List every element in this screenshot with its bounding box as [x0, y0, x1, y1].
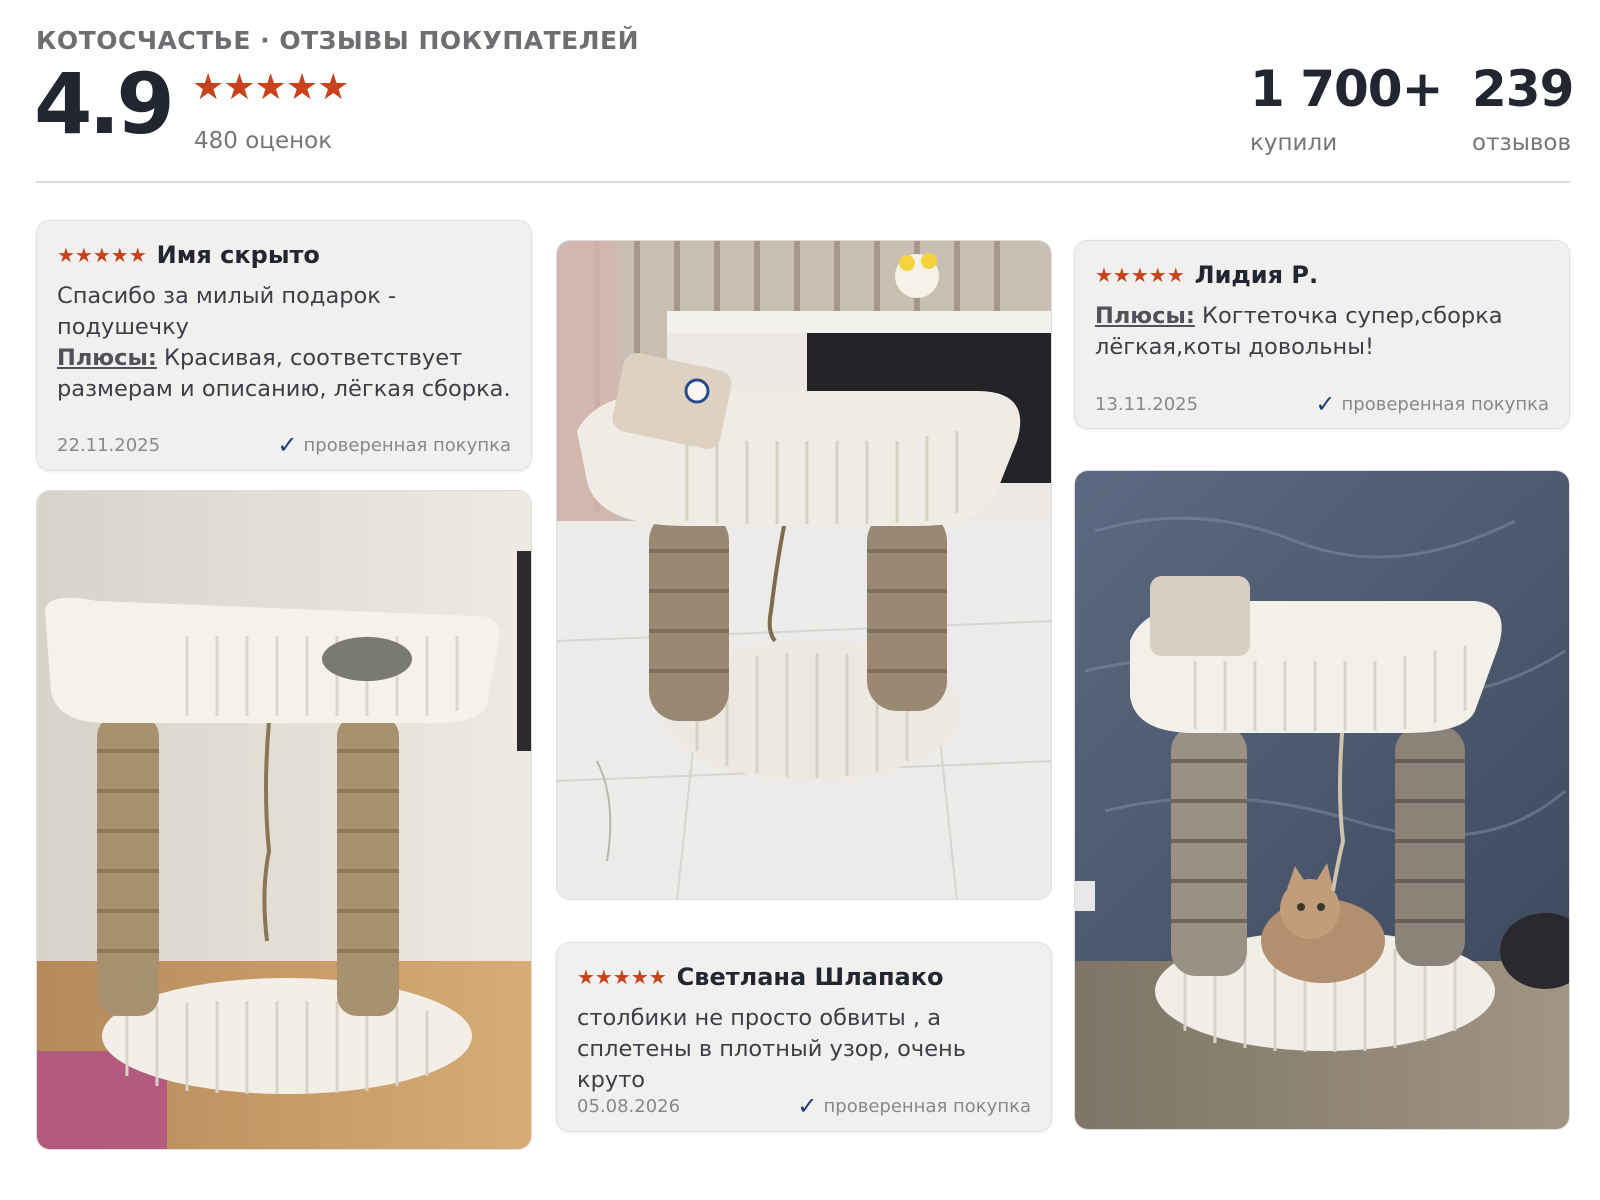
review-footer: 13.11.2025 ✓ проверенная покупка: [1095, 392, 1549, 416]
review-footer: 05.08.2026 ✓ проверенная покупка: [577, 1094, 1031, 1118]
brand-title: КОТОСЧАСТЬЕ · ОТЗЫВЫ ПОКУПАТЕЛЕЙ: [36, 26, 640, 55]
review-pros-label: Плюсы:: [1095, 303, 1195, 329]
review-card[interactable]: ★★★★★ Имя скрыто Спасибо за милый подаро…: [36, 220, 532, 471]
verified-badge: ✓ проверенная покупка: [797, 1094, 1031, 1118]
verified-badge: ✓ проверенная покупка: [277, 433, 511, 457]
review-date: 22.11.2025: [57, 434, 161, 456]
review-header: ★★★★★ Имя скрыто: [57, 241, 320, 269]
rating-stars-icon: ★★★★★: [192, 67, 349, 108]
review-stars-icon: ★★★★★: [57, 243, 147, 267]
review-text: Плюсы: Когтеточка супер,сборка лёгкая,ко…: [1095, 301, 1551, 363]
stat-bought-label: купили: [1250, 130, 1338, 156]
verified-label: проверенная покупка: [1341, 393, 1549, 415]
review-text: Спасибо за милый подарок - подушечку Плю…: [57, 281, 513, 405]
review-comment: Спасибо за милый подарок - подушечку: [57, 283, 397, 340]
verified-badge: ✓ проверенная покупка: [1315, 392, 1549, 416]
review-date: 13.11.2025: [1095, 393, 1199, 415]
checkmark-icon: ✓: [797, 1092, 818, 1120]
review-stars-icon: ★★★★★: [577, 965, 667, 989]
review-pros-label: Плюсы:: [57, 345, 157, 371]
review-author: Имя скрыто: [156, 241, 320, 269]
header-divider: [36, 181, 1570, 183]
average-rating: 4.9: [34, 55, 175, 153]
review-author: Лидия Р.: [1194, 261, 1319, 289]
review-photo[interactable]: [556, 240, 1052, 900]
review-stars-icon: ★★★★★: [1095, 263, 1185, 287]
checkmark-icon: ✓: [1315, 390, 1336, 418]
stat-bought: 1 700+ купили: [1250, 60, 1443, 156]
review-header: ★★★★★ Лидия Р.: [1095, 261, 1318, 289]
review-footer: 22.11.2025 ✓ проверенная покупка: [57, 433, 511, 457]
stat-reviews-label: отзывов: [1472, 130, 1572, 156]
stat-reviews: 239 отзывов: [1472, 60, 1574, 156]
review-text: столбики не просто обвиты , а сплетены в…: [577, 1003, 1033, 1096]
review-photo[interactable]: [1074, 470, 1570, 1130]
review-card[interactable]: ★★★★★ Лидия Р. Плюсы: Когтеточка супер,с…: [1074, 240, 1570, 429]
stat-bought-value: 1 700+: [1250, 60, 1443, 118]
review-date: 05.08.2026: [577, 1095, 681, 1117]
stat-reviews-value: 239: [1472, 60, 1574, 118]
verified-label: проверенная покупка: [823, 1095, 1031, 1117]
verified-label: проверенная покупка: [303, 434, 511, 456]
review-photo[interactable]: [36, 490, 532, 1150]
review-card[interactable]: ★★★★★ Светлана Шлапако столбики не прост…: [556, 942, 1052, 1132]
review-author: Светлана Шлапако: [676, 963, 944, 991]
review-comment: столбики не просто обвиты , а сплетены в…: [577, 1005, 967, 1093]
checkmark-icon: ✓: [277, 431, 298, 459]
rating-count: 480 оценок: [194, 128, 333, 154]
review-header: ★★★★★ Светлана Шлапако: [577, 963, 944, 991]
